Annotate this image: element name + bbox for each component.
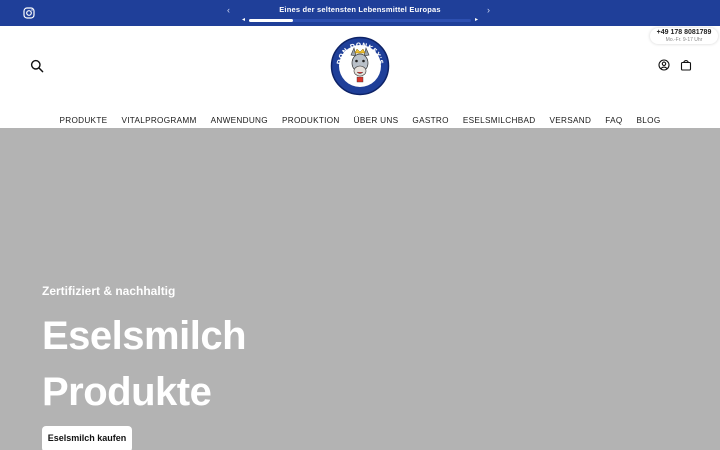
hero-banner: Zertifiziert & nachhaltig Eselsmilch Pro… — [0, 128, 720, 450]
buy-donkey-milk-button[interactable]: Eselsmilch kaufen — [42, 426, 132, 450]
hero-headline-line-2: Produkte — [42, 370, 212, 414]
announcement-text: Eines der seltensten Lebensmittel Europa… — [279, 5, 441, 14]
site-header: DON DONKEY'S MILK AND CHEESE +49 178 808… — [0, 26, 720, 128]
cart-icon[interactable] — [680, 59, 692, 71]
main-navigation: PRODUKTE VITALPROGRAMM ANWENDUNG PRODUKT… — [0, 110, 720, 126]
phone-hours: Mo.-Fr. 9-17 Uhr — [665, 37, 703, 43]
hero-headline: Eselsmilch Produkte — [42, 308, 247, 420]
scroll-right-icon[interactable]: ▸ — [475, 17, 478, 23]
announcement-bar: ‹ Eines der seltensten Lebensmittel Euro… — [0, 0, 720, 26]
nav-item-versand[interactable]: VERSAND — [549, 116, 591, 126]
phone-number[interactable]: +49 178 8081789 — [650, 29, 718, 37]
nav-item-eselsmilchbad[interactable]: ESELSMILCHBAD — [463, 116, 536, 126]
scroll-left-icon[interactable]: ◂ — [242, 17, 245, 23]
nav-item-vitalprogramm[interactable]: VITALPROGRAMM — [121, 116, 196, 126]
search-icon[interactable] — [30, 59, 44, 73]
hero-eyebrow: Zertifiziert & nachhaltig — [42, 284, 176, 298]
phone-contact[interactable]: +49 178 8081789 Mo.-Fr. 9-17 Uhr — [650, 28, 718, 44]
announcement-next-button[interactable]: › — [487, 5, 490, 15]
nav-item-gastro[interactable]: GASTRO — [412, 116, 448, 126]
nav-item-faq[interactable]: FAQ — [605, 116, 622, 126]
logo[interactable]: DON DONKEY'S MILK AND CHEESE — [330, 36, 390, 96]
scrollbar-thumb[interactable] — [249, 19, 293, 22]
nav-item-produktion[interactable]: PRODUKTION — [282, 116, 340, 126]
nav-item-ueber-uns[interactable]: ÜBER UNS — [354, 116, 399, 126]
nav-item-anwendung[interactable]: ANWENDUNG — [211, 116, 268, 126]
nav-item-blog[interactable]: BLOG — [637, 116, 661, 126]
account-icon[interactable] — [658, 59, 670, 71]
hero-headline-line-1: Eselsmilch — [42, 314, 247, 358]
nav-item-produkte[interactable]: PRODUKTE — [59, 116, 107, 126]
announcement-scrollbar[interactable]: ◂ ▸ — [240, 17, 480, 23]
